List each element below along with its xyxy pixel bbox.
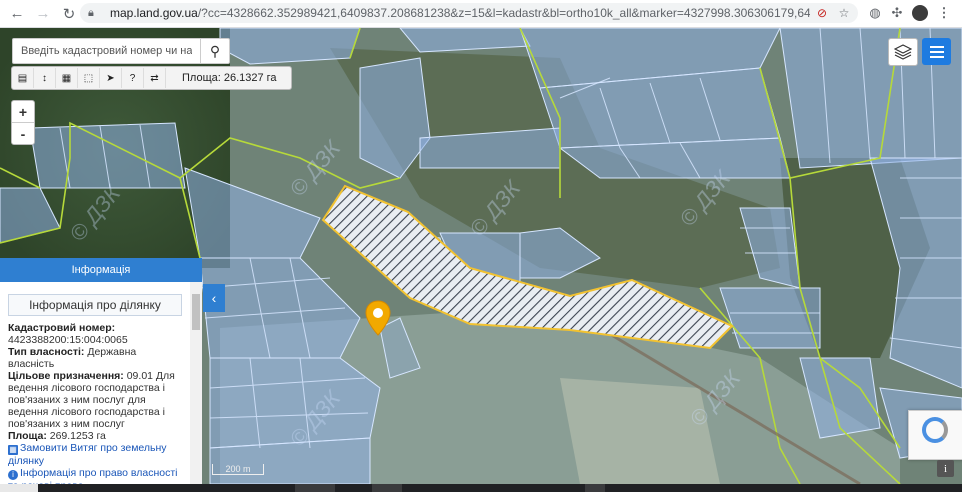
back-button[interactable]: ← — [6, 3, 28, 25]
chevron-left-icon: ‹ — [211, 290, 217, 306]
bookmark-star-icon[interactable]: ☆ — [836, 5, 852, 21]
puzzle-extensions-icon[interactable]: ✣ — [888, 4, 906, 22]
measure-area-icon[interactable]: ▦ — [56, 68, 78, 88]
attribution-info-button[interactable]: i — [937, 460, 954, 477]
browser-toolbar: ← → ↻ 🔒︎ map.land.gov.ua/?cc=4328662.352… — [0, 0, 962, 28]
forward-button[interactable]: → — [32, 3, 54, 25]
table-icon: ▦ — [8, 445, 18, 455]
kebab-menu-icon[interactable]: ⋮ — [935, 4, 953, 22]
print-icon[interactable]: ▤ — [12, 68, 34, 88]
globe-extension-icon[interactable]: ◍ — [866, 4, 884, 22]
pointer-icon[interactable]: ➤ — [100, 68, 122, 88]
zoom-in-button[interactable]: + — [12, 101, 34, 123]
help-icon[interactable]: ? — [122, 68, 144, 88]
url-text[interactable]: map.land.gov.ua/?cc=4328662.352989421,64… — [110, 6, 810, 20]
info-panel-header: Інформація — [0, 258, 202, 282]
search-button[interactable]: ⚲ — [200, 39, 229, 63]
parcel-info-title: Інформація про ділянку — [8, 294, 182, 316]
ownership-rights-link[interactable]: iІнформація про право власності та речов… — [8, 467, 182, 484]
cadastral-number-value: 4423388200:15:004:0065 — [8, 334, 128, 346]
cadastral-search: ⚲ — [12, 38, 230, 64]
blocked-content-icon[interactable]: ⊘ — [814, 5, 830, 21]
map-toolbar: ▤ ↕ ▦ ⬚ ➤ ? ⇄ Площа: 26.1327 га — [11, 66, 292, 90]
scale-bar: 200 m — [212, 464, 264, 475]
cadastral-number-label: Кадастровий номер: — [8, 322, 116, 334]
purpose-row: Цільове призначення: 09.01 Для ведення л… — [8, 370, 175, 430]
layers-button[interactable] — [888, 38, 918, 66]
layers-icon — [894, 44, 912, 60]
recaptcha-badge[interactable] — [908, 410, 962, 460]
profile-avatar[interactable] — [911, 4, 929, 22]
info-icon: i — [8, 470, 18, 480]
route-icon[interactable]: ⇄ — [144, 68, 166, 88]
taskbar — [0, 484, 962, 492]
ownership-row: Тип власності: Державна власність — [8, 346, 137, 370]
search-input[interactable] — [13, 39, 200, 63]
area-readout: Площа: 26.1327 га — [182, 72, 277, 84]
order-extract-link[interactable]: ▦ Замовити Витяг про земельну ділянку — [8, 442, 182, 467]
info-panel: Інформація Інформація про ділянку Кадаст… — [0, 258, 202, 484]
area-row: Площа: 269.1253 га — [8, 430, 106, 442]
measure-line-icon[interactable]: ↕ — [34, 68, 56, 88]
lock-icon: 🔒︎ — [88, 6, 94, 19]
zoom-out-button[interactable]: - — [12, 123, 34, 144]
recaptcha-logo-icon — [922, 417, 948, 443]
info-panel-body: Інформація про ділянку Кадастровий номер… — [0, 282, 190, 484]
zoom-control: + - — [11, 100, 35, 145]
reload-button[interactable]: ↻ — [58, 3, 80, 25]
address-bar[interactable]: 🔒︎ map.land.gov.ua/?cc=4328662.352989421… — [80, 3, 858, 23]
location-marker-icon[interactable] — [365, 300, 391, 336]
collapse-panel-button[interactable]: ‹ — [203, 284, 225, 312]
panel-scrollbar[interactable] — [190, 282, 202, 484]
search-icon: ⚲ — [209, 42, 221, 59]
hamburger-menu-button[interactable] — [922, 38, 951, 65]
select-rect-icon[interactable]: ⬚ — [78, 68, 100, 88]
